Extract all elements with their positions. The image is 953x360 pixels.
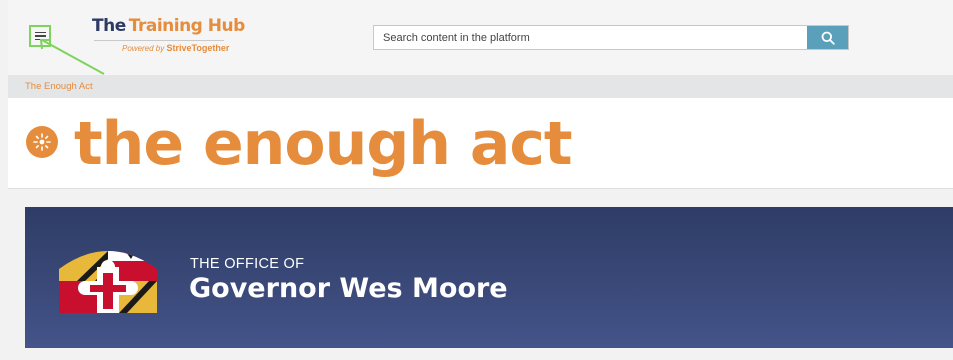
page-title: the enough act (74, 109, 573, 179)
search-icon (821, 31, 835, 45)
breadcrumb: The Enough Act (8, 75, 953, 98)
title-area: the enough act (8, 98, 953, 189)
logo-powered-by: Powered by StriveTogether (122, 43, 229, 53)
search-input[interactable] (374, 26, 807, 49)
logo-divider (94, 40, 224, 41)
page: The Training Hub Powered by StriveTogethe… (0, 0, 953, 360)
banner-office-label: THE OFFICE OF (190, 256, 305, 272)
powered-by-label: Powered by (122, 44, 165, 53)
breadcrumb-item-the-enough-act[interactable]: The Enough Act (25, 81, 93, 92)
logo-training-hub: Training Hub (128, 16, 246, 36)
search-button[interactable] (807, 26, 848, 49)
header: The Training Hub Powered by StriveTogethe… (8, 0, 953, 75)
sparkle-icon (26, 126, 58, 158)
annotation-arrow-icon (39, 39, 105, 75)
logo[interactable]: The Training Hub Powered by StriveTogethe… (92, 16, 245, 60)
strive-together-brand: StriveTogether (166, 43, 230, 53)
governor-banner: THE OFFICE OF Governor Wes Moore (25, 207, 953, 348)
banner-governor-name: Governor Wes Moore (189, 273, 508, 304)
search-bar (373, 25, 849, 50)
logo-the: The (92, 16, 126, 36)
maryland-flag-seal-icon (59, 251, 157, 313)
